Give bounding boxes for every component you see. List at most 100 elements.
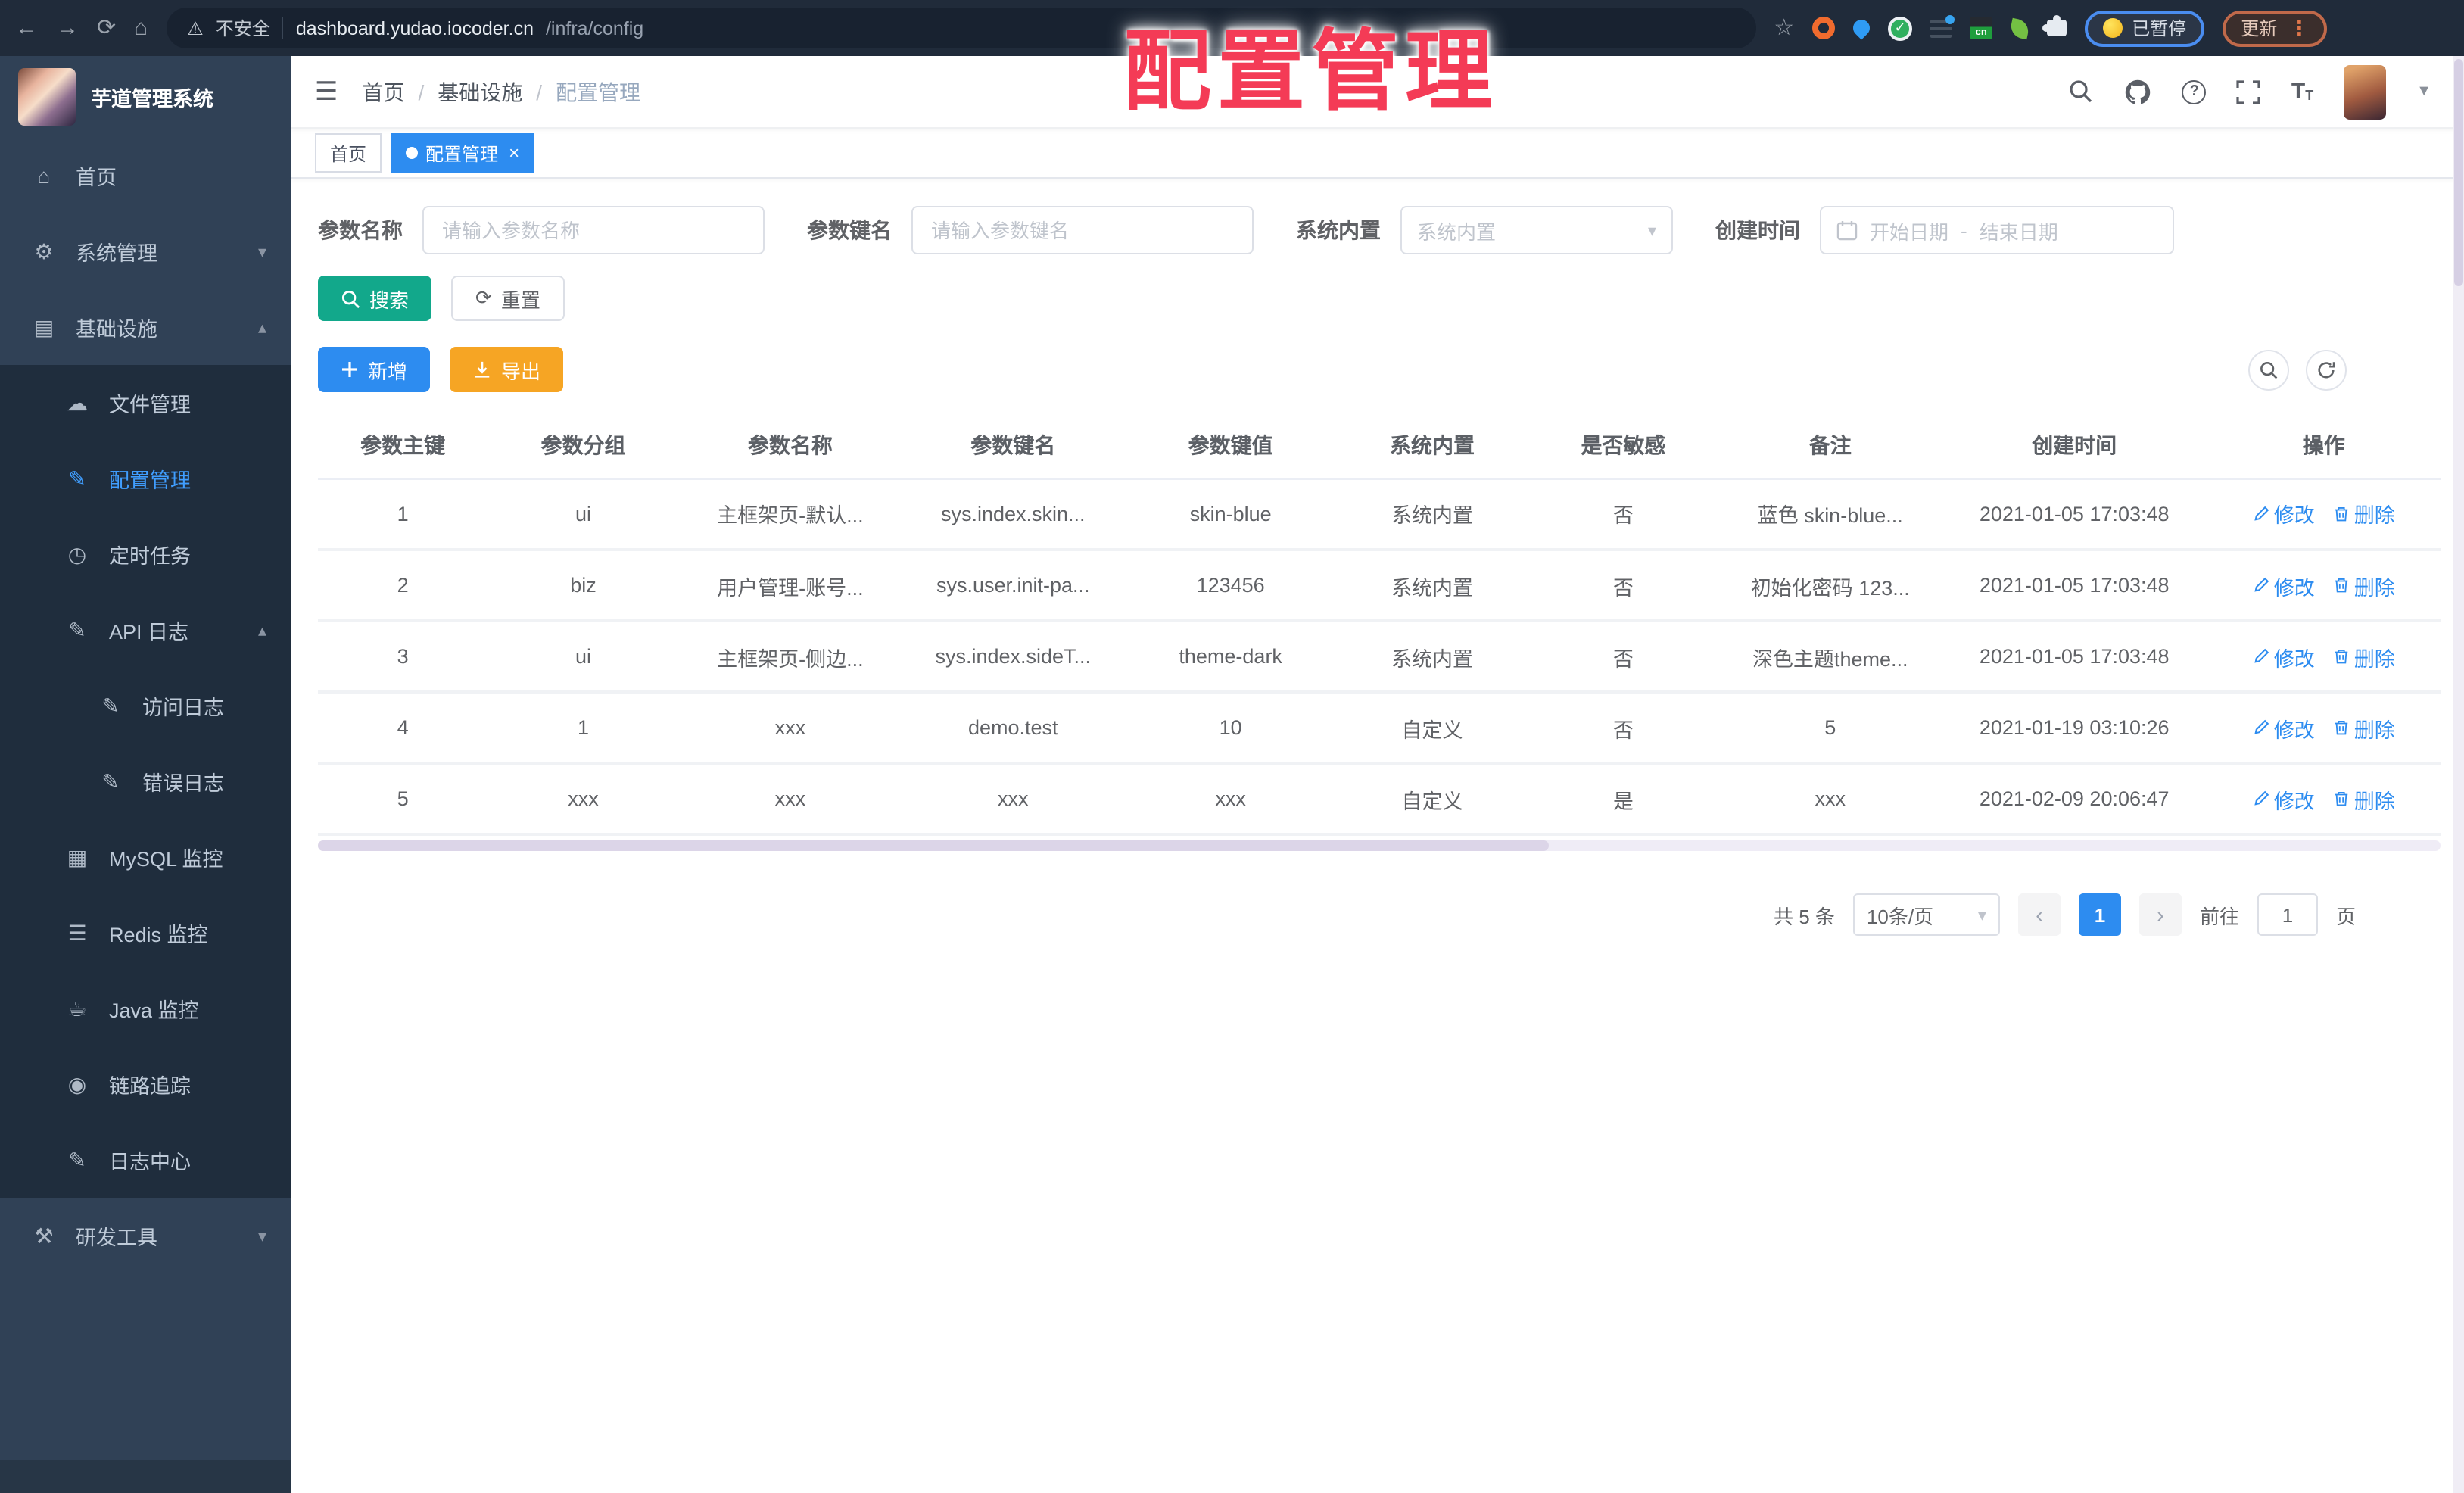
sidebar-item-redis[interactable]: ☰ Redis 监控 xyxy=(0,895,291,971)
sidebar-item-system[interactable]: ⚙ 系统管理 ▾ xyxy=(0,214,291,289)
help-icon[interactable]: ? xyxy=(2182,79,2207,104)
tab-配置管理[interactable]: 配置管理 × xyxy=(391,133,535,173)
user-avatar[interactable] xyxy=(2344,64,2387,119)
delete-link[interactable]: 删除 xyxy=(2333,784,2395,814)
sidebar-item-mysql[interactable]: ▦ MySQL 监控 xyxy=(0,819,291,895)
page-size-select[interactable]: 10条/页 ▾ xyxy=(1852,893,2000,936)
sidebar-item-trace[interactable]: ◉ 链路追踪 xyxy=(0,1046,291,1122)
forward-icon[interactable]: → xyxy=(56,17,79,39)
add-button[interactable]: 新增 xyxy=(318,347,431,392)
horizontal-scrollbar[interactable] xyxy=(318,840,2441,851)
trash-icon xyxy=(2335,650,2347,664)
prev-page-button[interactable]: ‹ xyxy=(2017,893,2061,936)
sidebar-item-java[interactable]: ☕ Java 监控 xyxy=(0,971,291,1046)
sidebar-logo[interactable]: 芋道管理系统 xyxy=(0,56,291,138)
builtin-select[interactable]: 系统内置 ▾ xyxy=(1400,206,1673,254)
update-button[interactable]: 更新 ⋮ xyxy=(2223,10,2328,46)
modify-link[interactable]: 修改 xyxy=(2253,570,2315,600)
table-row: 4 1 xxx demo.test 10 自定义否 5 2021-01-19 03:10:26… xyxy=(318,692,2441,765)
sidebar-item-dev-tools[interactable]: ⚒ 研发工具 ▾ xyxy=(0,1198,291,1273)
delete-link[interactable]: 删除 xyxy=(2333,570,2395,600)
sidebar-item-config[interactable]: ✎ 配置管理 xyxy=(0,441,291,516)
edit-icon xyxy=(2254,648,2269,663)
log-icon: ✎ xyxy=(101,693,120,717)
extensions-puzzle-icon[interactable] xyxy=(2042,15,2067,36)
hamburger-icon[interactable]: ☰ xyxy=(315,76,338,107)
font-size-icon[interactable]: TT xyxy=(2291,80,2313,103)
goto-page-input[interactable] xyxy=(2257,893,2318,936)
extension-pin-icon[interactable] xyxy=(1849,16,1874,40)
extension-orange-ring-icon[interactable] xyxy=(1812,17,1836,39)
security-warning-icon: ⚠ xyxy=(187,17,204,39)
url-path[interactable]: /infra/config xyxy=(546,17,643,39)
page-number-active[interactable]: 1 xyxy=(2078,893,2121,936)
tab-首页[interactable]: 首页 xyxy=(315,133,382,173)
sidebar-item-log-center[interactable]: ✎ 日志中心 xyxy=(0,1122,291,1198)
sidebar-item-infra[interactable]: ▤ 基础设施 ▴ xyxy=(0,289,291,365)
table-cell: 3 xyxy=(318,621,488,694)
address-bar[interactable]: ⚠ 不安全 dashboard.yudao.iocoder.cn/infra/c… xyxy=(166,8,1756,48)
scrollbar-thumb[interactable] xyxy=(318,840,1550,851)
breadcrumb-item[interactable]: 基础设施 xyxy=(438,76,522,107)
reload-icon[interactable]: ⟳ xyxy=(97,17,116,39)
sidebar-collapse-bar[interactable] xyxy=(0,1460,291,1493)
param-name-input[interactable] xyxy=(422,206,765,254)
breadcrumb-item[interactable]: 首页 xyxy=(363,76,405,107)
modify-link[interactable]: 修改 xyxy=(2253,712,2315,743)
back-icon[interactable]: ← xyxy=(15,17,38,39)
sidebar-item-access-log[interactable]: ✎ 访问日志 xyxy=(0,668,291,743)
update-label: 更新 xyxy=(2241,18,2278,39)
extension-cn-icon[interactable]: cn xyxy=(1970,17,1993,39)
sidebar-item-home[interactable]: ⌂ 首页 xyxy=(0,138,291,214)
fullscreen-icon[interactable] xyxy=(2237,79,2261,104)
security-label[interactable]: 不安全 xyxy=(216,15,270,41)
sidebar-item-file[interactable]: ☁ 文件管理 xyxy=(0,365,291,441)
search-icon[interactable] xyxy=(2069,79,2095,104)
sidebar-item-label: 系统管理 xyxy=(76,242,157,265)
table-header-row: 参数主键 参数分组 参数名称 参数键名 参数键值 系统内置 是否敏感 备注 创建时间 操作 xyxy=(318,413,2441,479)
column-header: 系统内置 xyxy=(1336,413,1528,479)
next-page-button[interactable]: › xyxy=(2138,893,2182,936)
avatar-caret-icon[interactable]: ▼ xyxy=(2416,83,2431,100)
delete-link[interactable]: 删除 xyxy=(2333,712,2395,743)
scrollbar-thumb[interactable] xyxy=(2454,59,2463,286)
extension-green-check-icon[interactable]: ✓ xyxy=(1888,16,1913,40)
sidebar-item-label: 错误日志 xyxy=(142,772,224,795)
extension-bars-icon[interactable] xyxy=(1930,14,1955,37)
bookmark-star-icon[interactable]: ☆ xyxy=(1774,17,1794,39)
table-cell-actions: 修改 删除 xyxy=(2207,763,2441,836)
sidebar-item-error-log[interactable]: ✎ 错误日志 xyxy=(0,743,291,819)
vertical-scrollbar[interactable] xyxy=(2453,56,2464,1493)
toggle-search-button[interactable] xyxy=(2248,349,2289,390)
home-icon[interactable]: ⌂ xyxy=(134,17,148,39)
table-row: 1 ui 主框架页-默认... sys.index.skin... skin-blue 系… xyxy=(318,478,2441,551)
url-host[interactable]: dashboard.yudao.iocoder.cn xyxy=(296,17,534,39)
sidebar-item-label: Redis 监控 xyxy=(109,924,208,946)
builtin-label: 系统内置 xyxy=(1296,218,1381,242)
modify-link[interactable]: 修改 xyxy=(2253,499,2315,529)
page-body: 参数名称 参数键名 系统内置 系统内置 ▾ xyxy=(291,179,2464,1493)
tools-icon: ⚒ xyxy=(34,1223,54,1247)
sidebar-item-api-log[interactable]: ✎ API 日志 ▴ xyxy=(0,592,291,668)
delete-link[interactable]: 删除 xyxy=(2333,499,2395,529)
kebab-menu-icon[interactable]: ⋮ xyxy=(2289,16,2309,40)
refresh-button[interactable] xyxy=(2306,349,2347,390)
delete-link[interactable]: 删除 xyxy=(2333,641,2395,672)
date-range-picker[interactable]: 开始日期 - 结束日期 xyxy=(1820,206,2174,254)
search-button[interactable]: 搜索 xyxy=(318,276,432,321)
trash-icon xyxy=(2335,721,2347,735)
table-cell: 否 xyxy=(1528,621,1719,694)
table-cell: sys.user.init-pa... xyxy=(902,550,1125,622)
modify-link[interactable]: 修改 xyxy=(2253,641,2315,672)
param-key-input[interactable] xyxy=(911,206,1254,254)
redis-layers-icon: ☰ xyxy=(67,920,87,944)
column-header: 参数键值 xyxy=(1124,413,1337,479)
sidebar-item-job[interactable]: ◷ 定时任务 xyxy=(0,516,291,592)
tab-close-icon[interactable]: × xyxy=(509,142,519,164)
export-button[interactable]: 导出 xyxy=(450,347,564,392)
paused-badge[interactable]: 已暂停 xyxy=(2085,10,2205,46)
reset-button[interactable]: ⟳ 重置 xyxy=(451,276,565,321)
github-icon[interactable] xyxy=(2125,78,2152,105)
modify-link[interactable]: 修改 xyxy=(2253,784,2315,814)
extension-leaf-icon[interactable] xyxy=(2008,17,2031,39)
